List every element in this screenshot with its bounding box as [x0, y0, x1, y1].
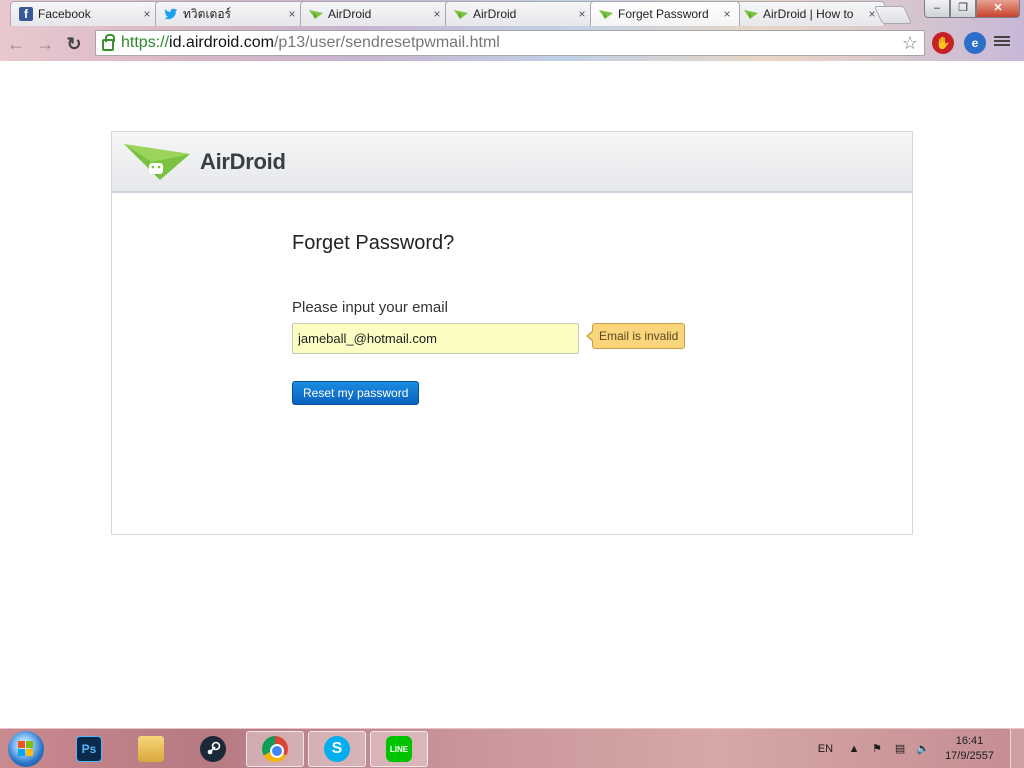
show-hidden-icons-icon[interactable]: ▲ — [847, 742, 861, 756]
email-error-tooltip: Email is invalid — [585, 323, 686, 349]
tab-title: AirDroid — [328, 7, 372, 21]
page-title: Forget Password? — [292, 232, 455, 254]
tab-close-icon[interactable]: × — [141, 7, 153, 21]
reset-password-button[interactable]: Reset my password — [292, 381, 420, 405]
folder-icon — [138, 736, 164, 762]
tab-twitter[interactable]: ทวิตเตอร์ × — [155, 1, 305, 26]
email-field[interactable] — [292, 323, 579, 354]
taskbar-steam[interactable] — [184, 731, 242, 767]
tab-title: ทวิตเตอร์ — [183, 6, 231, 21]
brand-name: AirDroid — [200, 148, 286, 174]
tab-facebook[interactable]: f Facebook × — [10, 1, 160, 26]
taskbar-file-explorer[interactable] — [122, 731, 180, 767]
airdroid-icon — [599, 7, 613, 21]
tab-close-icon[interactable]: × — [721, 7, 733, 21]
airdroid-icon — [309, 7, 323, 21]
windows-taskbar: Ps S LINE EN ▲ ⚑ ▤ 🔈 16:41 17/9/2557 — [0, 728, 1024, 768]
url-scheme: https:// — [121, 34, 170, 51]
tab-close-icon[interactable]: × — [576, 7, 588, 21]
minimize-button[interactable]: – — [924, 0, 950, 18]
taskbar-skype[interactable]: S — [308, 731, 366, 767]
email-label: Please input your email — [292, 299, 448, 316]
address-bar[interactable]: https://id.airdroid.com/p13/user/sendres… — [95, 30, 925, 56]
tab-airdroid-1[interactable]: AirDroid × — [300, 1, 450, 26]
forward-icon[interactable]: → — [32, 31, 58, 57]
reload-icon[interactable]: ↻ — [61, 31, 87, 57]
close-window-button[interactable]: ✕ — [976, 0, 1020, 18]
airdroid-logo-icon — [124, 143, 190, 180]
browser-menu-icon[interactable] — [994, 34, 1010, 50]
url-path: /p13/user/sendresetpwmail.html — [273, 34, 500, 51]
ie-tab-extension-icon[interactable]: e — [964, 32, 986, 54]
reset-password-card: AirDroid Forget Password? Please input y… — [111, 131, 913, 535]
clock-time: 16:41 — [955, 735, 984, 747]
tab-title: AirDroid — [473, 7, 517, 21]
skype-icon: S — [324, 736, 350, 762]
back-icon[interactable]: ← — [3, 31, 29, 57]
facebook-icon: f — [19, 7, 33, 21]
tab-title: AirDroid | How to — [763, 7, 854, 21]
maximize-button[interactable]: ❐ — [950, 0, 976, 18]
tab-title: Facebook — [38, 7, 91, 21]
browser-toolbar: ← → ↻ https://id.airdroid.com/p13/user/s… — [0, 26, 1024, 61]
taskbar-line[interactable]: LINE — [370, 731, 428, 767]
photoshop-icon: Ps — [76, 736, 102, 762]
taskbar-chrome[interactable] — [246, 731, 304, 767]
airdroid-icon — [744, 7, 758, 21]
clock[interactable]: 16:41 17/9/2557 — [945, 734, 994, 764]
tab-close-icon[interactable]: × — [431, 7, 443, 21]
tab-strip: f Facebook × ทวิตเตอร์ × AirDroid × AirD… — [0, 0, 930, 26]
language-indicator[interactable]: EN — [818, 743, 833, 755]
airdroid-icon — [454, 7, 468, 21]
bookmark-star-icon[interactable]: ☆ — [902, 33, 918, 54]
reset-password-form: Forget Password? Please input your email… — [292, 232, 712, 405]
action-center-flag-icon[interactable]: ⚑ — [870, 742, 884, 756]
volume-icon[interactable]: 🔈 — [916, 742, 930, 756]
network-icon[interactable]: ▤ — [893, 742, 907, 756]
twitter-icon — [164, 7, 178, 21]
taskbar-photoshop[interactable]: Ps — [60, 731, 118, 767]
browser-chrome: f Facebook × ทวิตเตอร์ × AirDroid × AirD… — [0, 0, 1024, 61]
steam-icon — [200, 736, 226, 762]
line-app-icon: LINE — [386, 736, 412, 762]
start-button[interactable] — [8, 731, 44, 767]
tab-close-icon[interactable]: × — [286, 7, 298, 21]
system-tray: EN ▲ ⚑ ▤ 🔈 16:41 17/9/2557 — [818, 729, 994, 768]
url-host: id.airdroid.com — [169, 34, 274, 51]
tab-title: Forget Password — [618, 7, 709, 21]
tab-forget-password[interactable]: Forget Password × — [590, 1, 740, 26]
lock-icon — [102, 34, 115, 51]
show-desktop-button[interactable] — [1010, 729, 1024, 768]
chrome-icon — [262, 736, 288, 762]
window-controls: – ❐ ✕ — [924, 0, 1020, 18]
windows-logo-icon — [18, 741, 34, 757]
adblock-extension-icon[interactable]: ✋ — [932, 32, 954, 54]
card-header: AirDroid — [112, 132, 912, 193]
tab-airdroid-2[interactable]: AirDroid × — [445, 1, 595, 26]
tab-airdroid-howto[interactable]: AirDroid | How to × — [735, 1, 885, 26]
clock-date: 17/9/2557 — [945, 750, 994, 762]
